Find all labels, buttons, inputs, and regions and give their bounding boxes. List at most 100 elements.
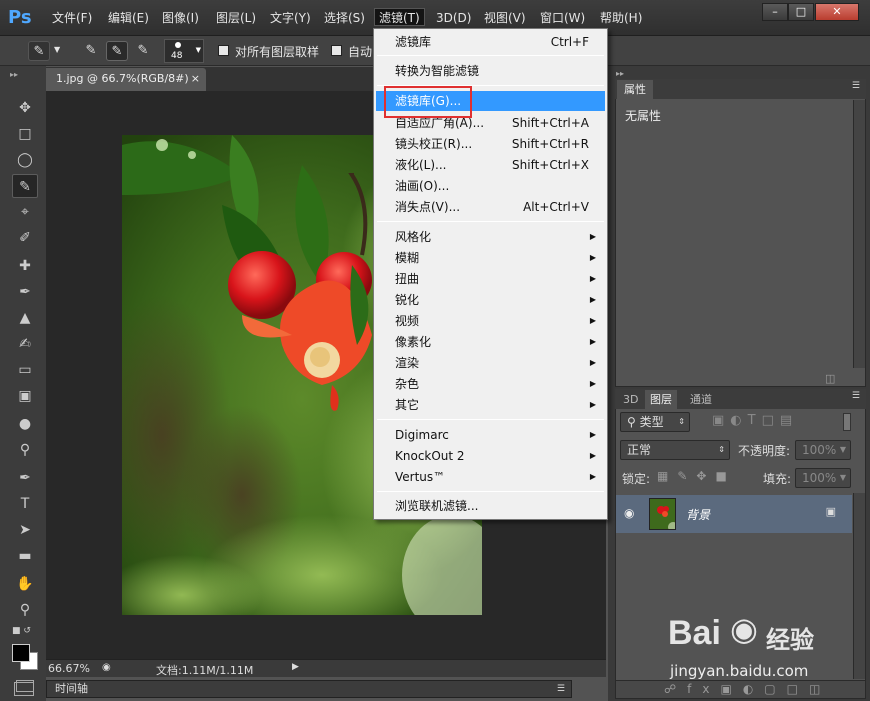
filter-menu-item[interactable]: 杂色 ▶ — [376, 374, 605, 394]
new-selection-icon[interactable]: ✎ — [80, 41, 102, 61]
filter-menu-item[interactable]: 锐化 ▶ — [376, 290, 605, 310]
marquee-tool-icon[interactable]: □ — [12, 122, 38, 146]
layers-scrollbar[interactable] — [853, 493, 865, 679]
hand-tool-icon[interactable]: ✋ — [12, 572, 38, 596]
filter-menu-item[interactable]: 风格化 ▶ — [376, 227, 605, 247]
filter-menu-item[interactable]: 模糊 ▶ — [376, 248, 605, 268]
filter-menu-item[interactable]: 转换为智能滤镜 — [376, 61, 605, 81]
quick-selection-tool-icon[interactable]: ✎ — [12, 174, 38, 198]
eraser-tool-icon[interactable]: ▭ — [12, 358, 38, 382]
menu-3d[interactable]: 3D(D) — [432, 9, 475, 27]
minimize-button[interactable]: – — [762, 3, 788, 21]
path-selection-tool-icon[interactable]: ➤ — [12, 518, 38, 542]
filter-menu-item[interactable]: 油画(O)... — [376, 176, 605, 196]
collapse-panel-icon[interactable]: ▸▸ — [616, 69, 624, 78]
tab-properties[interactable]: 属性 — [617, 80, 653, 99]
menu-image[interactable]: 图像(I) — [158, 9, 203, 27]
restore-button[interactable]: □ — [788, 3, 814, 21]
opacity-field[interactable]: 100% ▼ — [795, 440, 851, 460]
menu-window[interactable]: 窗口(W) — [536, 9, 589, 27]
filter-menu-item[interactable]: Vertus™ ▶ — [376, 467, 605, 487]
layer-filter-kind-select[interactable]: ⚲ 类型 ⇕ — [620, 412, 690, 432]
submenu-arrow-icon: ▶ — [589, 232, 596, 241]
crop-tool-icon[interactable]: ⌖ — [12, 200, 38, 224]
panel-menu-icon[interactable]: ☰ — [852, 81, 860, 91]
quick-selection-tool-preset-icon[interactable]: ✎ — [28, 41, 50, 61]
close-button[interactable]: ✕ — [815, 3, 859, 21]
type-tool-icon[interactable]: T — [12, 492, 38, 516]
tab-layers[interactable]: 图层 — [645, 390, 677, 409]
filter-menu-item[interactable]: Digimarc ▶ — [376, 425, 605, 445]
filter-menu-item[interactable]: 液化(L)... Shift+Ctrl+X — [376, 155, 605, 175]
menu-file[interactable]: 文件(F) — [48, 9, 96, 27]
menu-select[interactable]: 选择(S) — [320, 9, 369, 27]
eyedropper-tool-icon[interactable]: ✐ — [12, 226, 38, 250]
status-info-icon[interactable]: ◉ — [102, 662, 111, 673]
status-menu-arrow-icon[interactable]: ▶ — [292, 662, 299, 672]
filter-menu-item[interactable]: 扭曲 ▶ — [376, 269, 605, 289]
lock-options-icons[interactable]: ▦✎✥■ — [657, 469, 736, 483]
rectangle-tool-icon[interactable]: ▬ — [12, 544, 38, 568]
filter-menu-item[interactable]: 其它 ▶ — [376, 395, 605, 415]
tab-channels[interactable]: 通道 — [685, 390, 717, 409]
filter-menu-item[interactable]: KnockOut 2 ▶ — [376, 446, 605, 466]
sample-all-layers-label: 对所有图层取样 — [235, 45, 320, 59]
submenu-arrow-icon: ▶ — [589, 295, 596, 304]
history-brush-tool-icon[interactable]: ✍ — [12, 332, 38, 356]
close-tab-icon[interactable]: × — [191, 68, 200, 90]
move-tool-icon[interactable]: ✥ — [12, 96, 38, 120]
document-info: 文档:1.11M/1.11M — [156, 664, 254, 677]
menu-filter[interactable]: 滤镜(T) — [374, 8, 425, 26]
menu-divider — [377, 55, 604, 56]
blur-tool-icon[interactable]: ● — [12, 412, 38, 436]
panel-menu-icon[interactable]: ☰ — [557, 681, 565, 697]
filter-menu-item[interactable]: 镜头校正(R)... Shift+Ctrl+R — [376, 134, 605, 154]
filter-menu-item[interactable]: 消失点(V)... Alt+Ctrl+V — [376, 197, 605, 217]
pen-tool-icon[interactable]: ✒ — [12, 466, 38, 490]
menu-help[interactable]: 帮助(H) — [596, 9, 646, 27]
menu-view[interactable]: 视图(V) — [480, 9, 530, 27]
collapse-panel-icon[interactable]: ▸▸ — [10, 70, 18, 79]
layer-filter-icons[interactable]: ▣◐T□▤ — [712, 413, 798, 428]
submenu-arrow-icon: ▶ — [589, 472, 596, 481]
tab-3d[interactable]: 3D — [618, 390, 643, 409]
properties-scrollbar[interactable] — [853, 100, 865, 368]
blend-mode-select[interactable]: 正常 ⇕ — [620, 440, 730, 460]
fill-field[interactable]: 100% ▼ — [795, 468, 851, 488]
visibility-eye-icon[interactable]: ◉ — [624, 506, 634, 520]
lock-icon: ▣ — [825, 505, 836, 518]
add-to-selection-icon[interactable]: ✎ — [106, 41, 128, 61]
zoom-level[interactable]: 66.67% — [48, 662, 90, 675]
dodge-tool-icon[interactable]: ⚲ — [12, 438, 38, 462]
menu-type[interactable]: 文字(Y) — [266, 9, 315, 27]
filter-menu-item[interactable]: 滤镜库 Ctrl+F — [376, 32, 605, 52]
zoom-tool-icon[interactable]: ⚲ — [12, 598, 38, 622]
menu-layer[interactable]: 图层(L) — [212, 9, 260, 27]
panel-menu-icon[interactable]: ☰ — [852, 391, 860, 401]
clone-stamp-tool-icon[interactable]: ▲ — [12, 306, 38, 330]
menu-edit[interactable]: 编辑(E) — [104, 9, 153, 27]
filter-toggle-switch[interactable] — [843, 413, 851, 431]
chevron-down-icon[interactable]: ▼ — [54, 45, 60, 54]
document-tab[interactable]: 1.jpg @ 66.7%(RGB/8#) × — [46, 68, 206, 91]
annotation-highlight-box — [384, 86, 472, 118]
filter-menu-item[interactable]: 像素化 ▶ — [376, 332, 605, 352]
swap-colors-icon[interactable]: ■ ↺ — [12, 626, 31, 636]
filter-menu-item[interactable]: 渲染 ▶ — [376, 353, 605, 373]
trash-icon[interactable]: ◫ — [825, 372, 835, 385]
submenu-arrow-icon: ▶ — [589, 253, 596, 262]
sample-all-layers-checkbox[interactable] — [218, 45, 229, 56]
foreground-color-swatch[interactable] — [12, 644, 30, 662]
screen-mode-icon[interactable] — [14, 682, 34, 696]
filter-menu-item[interactable]: 视频 ▶ — [376, 311, 605, 331]
auto-enhance-checkbox[interactable] — [331, 45, 342, 56]
filter-menu-item[interactable]: 浏览联机滤镜... — [376, 496, 605, 516]
brush-size-picker[interactable]: 48 ▼ — [164, 39, 204, 63]
timeline-panel[interactable]: 时间轴 ☰ — [46, 680, 572, 698]
layer-name[interactable]: 背景 — [686, 506, 710, 523]
healing-brush-tool-icon[interactable]: ✚ — [12, 254, 38, 278]
subtract-selection-icon[interactable]: ✎ — [132, 41, 154, 61]
brush-tool-icon[interactable]: ✒ — [12, 280, 38, 304]
lasso-tool-icon[interactable]: ◯ — [12, 148, 38, 172]
gradient-tool-icon[interactable]: ▣ — [12, 384, 38, 408]
